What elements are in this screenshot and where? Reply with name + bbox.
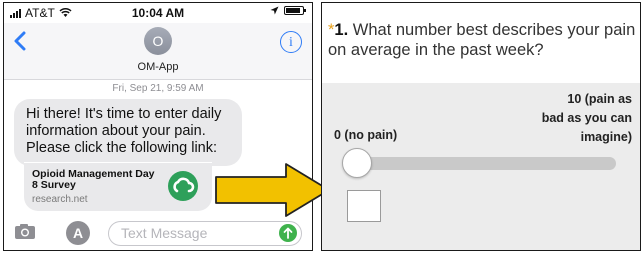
pain-slider-thumb[interactable] [342,148,372,178]
message-timestamp: Fri, Sep 21, 9:59 AM [112,83,204,94]
scale-min-label: 0 (no pain) [334,128,398,142]
location-arrow-icon [270,6,279,15]
message-bubble: Hi there! It's time to enter daily infor… [14,99,242,166]
survey-screenshot: *1. What number best describes your pain… [321,2,641,251]
pain-slider-track[interactable] [344,157,616,170]
contact-avatar[interactable]: O [144,27,172,55]
question-text-line-2: on average in the past week? [328,41,544,59]
link-domain: research.net [32,194,88,205]
status-bar: AT&T 10:04 AM [4,3,312,23]
question-number: 1. [334,21,349,39]
message-input-row: A Text Message [4,219,312,249]
cloud-logo-icon [168,171,198,201]
clock: 10:04 AM [131,6,185,20]
question-line-1: *1. What number best describes your pain [328,21,635,40]
conversation-header: O OM-App i [4,23,312,80]
question-text-line-1: What number best describes your pain [352,21,636,39]
link-title: Opioid Management Day 8 Survey [32,168,155,191]
info-button[interactable]: i [280,31,302,53]
battery-icon [284,6,306,15]
survey-link-preview[interactable]: Opioid Management Day 8 Survey research.… [24,162,212,211]
slider-value-input[interactable] [347,190,381,222]
send-button[interactable] [279,224,297,242]
contact-name[interactable]: OM-App [4,61,312,73]
question-header: *1. What number best describes your pain… [322,3,640,83]
app-store-icon[interactable]: A [66,221,90,245]
scale-max-label: 10 (pain as bad as you can imagine) [541,92,632,144]
transition-arrow-icon [215,163,330,217]
back-chevron-icon[interactable] [14,31,26,51]
message-input[interactable]: Text Message [108,221,302,246]
camera-icon[interactable] [14,223,36,240]
